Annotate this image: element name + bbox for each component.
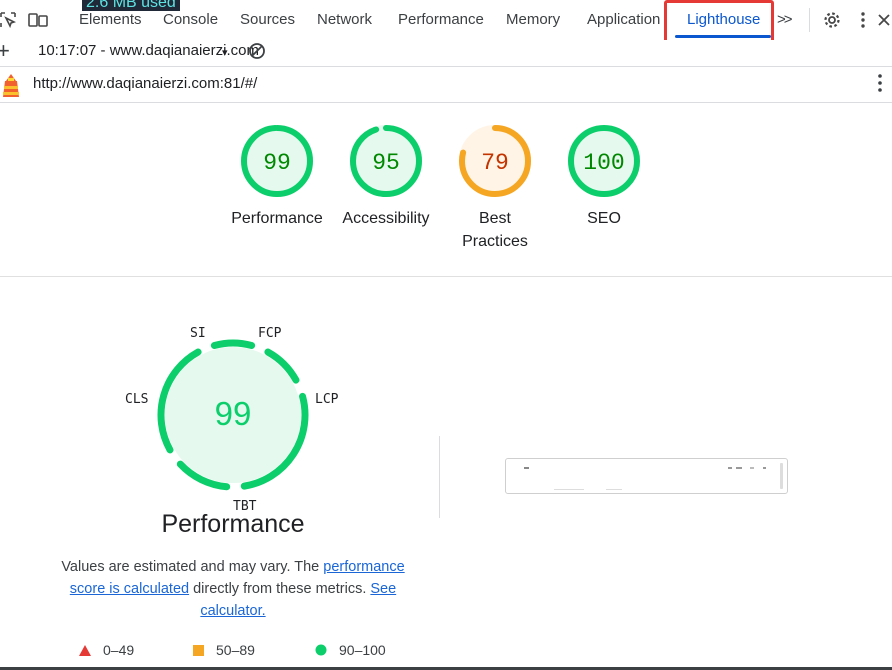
triangle-icon bbox=[79, 643, 91, 659]
metric-si: SI bbox=[190, 326, 206, 341]
close-icon[interactable] bbox=[876, 10, 892, 30]
gauge-ring: 79 bbox=[459, 125, 531, 197]
gear-icon[interactable] bbox=[822, 10, 842, 30]
gauge-label: SEO bbox=[587, 210, 621, 227]
legend-pass: 90–100 bbox=[315, 642, 386, 659]
performance-metrics-gauge: 99 bbox=[157, 339, 309, 491]
score-value: 100 bbox=[583, 150, 624, 176]
lighthouse-toolbar: + 10:17:07 - www.daqianaierzi.com ▾ bbox=[0, 38, 892, 67]
gauge-label: Accessibility bbox=[342, 210, 430, 227]
section-divider bbox=[0, 276, 892, 277]
gauge-label: Performance bbox=[231, 210, 323, 227]
report-menu-icon[interactable] bbox=[878, 73, 890, 97]
metric-fcp: FCP bbox=[258, 326, 282, 341]
circle-icon bbox=[315, 643, 327, 659]
gauge-ring: 100 bbox=[568, 125, 640, 197]
tab-console[interactable]: Console bbox=[163, 0, 218, 40]
performance-title: Performance bbox=[161, 510, 305, 538]
legend-average: 50–89 bbox=[193, 642, 255, 659]
chevron-down-icon[interactable]: ▾ bbox=[222, 46, 228, 59]
legend-fail: 0–49 bbox=[79, 642, 134, 659]
vertical-divider bbox=[439, 436, 440, 518]
clear-icon[interactable] bbox=[248, 42, 266, 60]
performance-score: 99 bbox=[215, 395, 252, 432]
toolbar-divider bbox=[809, 8, 810, 32]
more-tabs-button[interactable]: >> bbox=[777, 0, 792, 40]
metric-cls: CLS bbox=[125, 392, 149, 407]
metric-arc-segment bbox=[210, 339, 256, 349]
gauge-seo[interactable]: 100 SEO bbox=[544, 123, 664, 230]
gauge-label: Best bbox=[478, 210, 511, 227]
score-value: 99 bbox=[263, 150, 291, 176]
gauge-label-line2: Practices bbox=[462, 233, 528, 250]
gauge-best-practices[interactable]: 79 Best Practices bbox=[435, 123, 555, 253]
devtools-tab-bar: 2.6 MB used Elements Console Sources Net… bbox=[0, 0, 892, 43]
square-icon bbox=[193, 643, 204, 659]
tab-application[interactable]: Application bbox=[587, 0, 660, 40]
inspect-element-icon[interactable] bbox=[0, 10, 16, 30]
device-toolbar-icon[interactable] bbox=[28, 10, 48, 30]
performance-description: Values are estimated and may vary. The p… bbox=[61, 559, 405, 619]
gauge-performance[interactable]: 99 Performance bbox=[217, 123, 337, 230]
lighthouse-logo-icon bbox=[0, 72, 22, 98]
report-url-bar: http://www.daqianaierzi.com:81/#/ bbox=[0, 67, 892, 103]
final-screenshot-thumbnail[interactable] bbox=[505, 458, 788, 494]
add-icon[interactable]: + bbox=[0, 38, 10, 64]
score-value: 95 bbox=[372, 150, 400, 176]
screenshot-image bbox=[524, 463, 783, 490]
score-value: 79 bbox=[481, 150, 509, 176]
gauge-ring: 95 bbox=[350, 125, 422, 197]
tab-memory[interactable]: Memory bbox=[506, 0, 560, 40]
highlight-box bbox=[664, 0, 774, 43]
tab-elements[interactable]: Elements bbox=[79, 0, 142, 40]
audited-url: http://www.daqianaierzi.com:81/#/ bbox=[33, 75, 258, 92]
tab-performance[interactable]: Performance bbox=[398, 0, 484, 40]
gauge-accessibility[interactable]: 95 Accessibility bbox=[326, 123, 446, 230]
metric-lcp: LCP bbox=[315, 392, 339, 407]
tab-network[interactable]: Network bbox=[317, 0, 372, 40]
tab-sources[interactable]: Sources bbox=[240, 0, 295, 40]
gauge-ring: 99 bbox=[241, 125, 313, 197]
kebab-menu-icon[interactable] bbox=[858, 10, 868, 30]
